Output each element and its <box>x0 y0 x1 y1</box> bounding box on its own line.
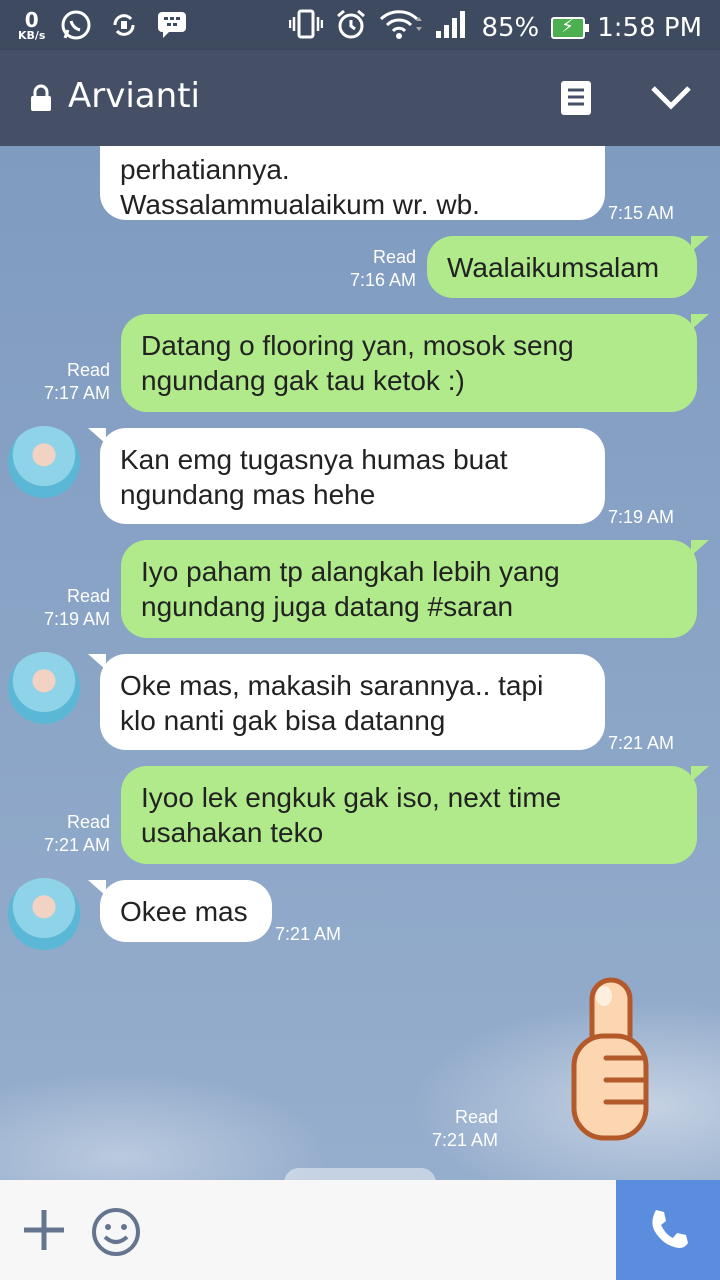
lock-icon <box>30 84 52 116</box>
contact-avatar[interactable] <box>8 426 80 498</box>
read-receipt: Read <box>454 1107 498 1127</box>
message-time: 7:19 AM <box>608 507 675 527</box>
wifi-icon <box>379 9 423 46</box>
message-time: 7:15 AM <box>608 203 675 223</box>
alarm-icon <box>335 8 367 47</box>
message-time: 7:21 AM <box>43 835 110 855</box>
message-time: 7:16 AM <box>349 270 416 290</box>
scroll-indicator[interactable] <box>284 1168 436 1180</box>
sync-icon <box>107 8 141 42</box>
message-time: 7:21 AM <box>431 1130 498 1150</box>
message-meta: Read 7:17 AM <box>0 359 110 405</box>
message-bubble[interactable]: Iyo paham tp alangkah lebih yang ngundan… <box>121 540 709 638</box>
message-bubble[interactable]: Oke mas, makasih sarannya.. tapi klo nan… <box>88 654 605 750</box>
status-bar: 0 KB/s 85% ⚡ 1:58 PM <box>0 0 720 50</box>
contact-name[interactable]: Arvianti <box>68 76 200 116</box>
signal-icon <box>435 9 469 46</box>
message-meta: Read 7:19 AM <box>0 585 110 631</box>
phone-icon <box>646 1206 690 1254</box>
message-meta: Read 7:16 AM <box>300 246 416 292</box>
data-rate-value: 0 <box>24 7 39 32</box>
emoji-icon[interactable] <box>90 1206 142 1262</box>
message-time: 7:17 AM <box>43 383 110 403</box>
read-receipt: Read <box>66 360 110 380</box>
contact-avatar[interactable] <box>8 878 80 950</box>
read-receipt: Read <box>66 586 110 606</box>
message-time: 7:19 AM <box>43 609 110 629</box>
message-meta: Read 7:21 AM <box>380 1106 498 1152</box>
battery-icon: ⚡ <box>551 16 590 39</box>
message-meta: Read 7:21 AM <box>0 811 110 857</box>
bbm-icon <box>155 8 189 42</box>
chat-area[interactable]: perhatiannya. Wassalammualaikum wr. wb. … <box>0 146 720 1180</box>
data-rate-indicator: 0 KB/s <box>18 10 45 41</box>
thumbs-up-sticker[interactable] <box>566 976 650 1148</box>
message-bubble[interactable]: Okee mas <box>88 880 272 942</box>
clock: 1:58 PM <box>597 12 702 43</box>
message-bubble[interactable]: perhatiannya. Wassalammualaikum wr. wb. <box>100 146 605 220</box>
whatsapp-icon <box>59 8 93 42</box>
battery-level: 85% <box>481 12 540 43</box>
read-receipt: Read <box>372 247 416 267</box>
plus-icon[interactable] <box>22 1208 66 1256</box>
input-bar <box>0 1180 720 1280</box>
data-rate-unit: KB/s <box>18 28 46 42</box>
chevron-down-icon[interactable] <box>650 84 692 114</box>
message-time: 7:21 AM <box>608 733 675 753</box>
message-time: 7:21 AM <box>275 924 342 944</box>
message-bubble[interactable]: Waalaikumsalam <box>427 236 709 298</box>
call-button[interactable] <box>616 1180 720 1280</box>
chat-header: Arvianti <box>0 50 720 146</box>
read-receipt: Read <box>66 812 110 832</box>
contact-avatar[interactable] <box>8 652 80 724</box>
notes-icon[interactable] <box>560 80 592 120</box>
message-bubble[interactable]: Datang o flooring yan, mosok seng ngunda… <box>121 314 709 412</box>
vibrate-icon <box>289 9 324 46</box>
message-bubble[interactable]: Kan emg tugasnya humas buat ngundang mas… <box>88 428 605 524</box>
message-bubble[interactable]: Iyoo lek engkuk gak iso, next time usaha… <box>121 766 709 864</box>
